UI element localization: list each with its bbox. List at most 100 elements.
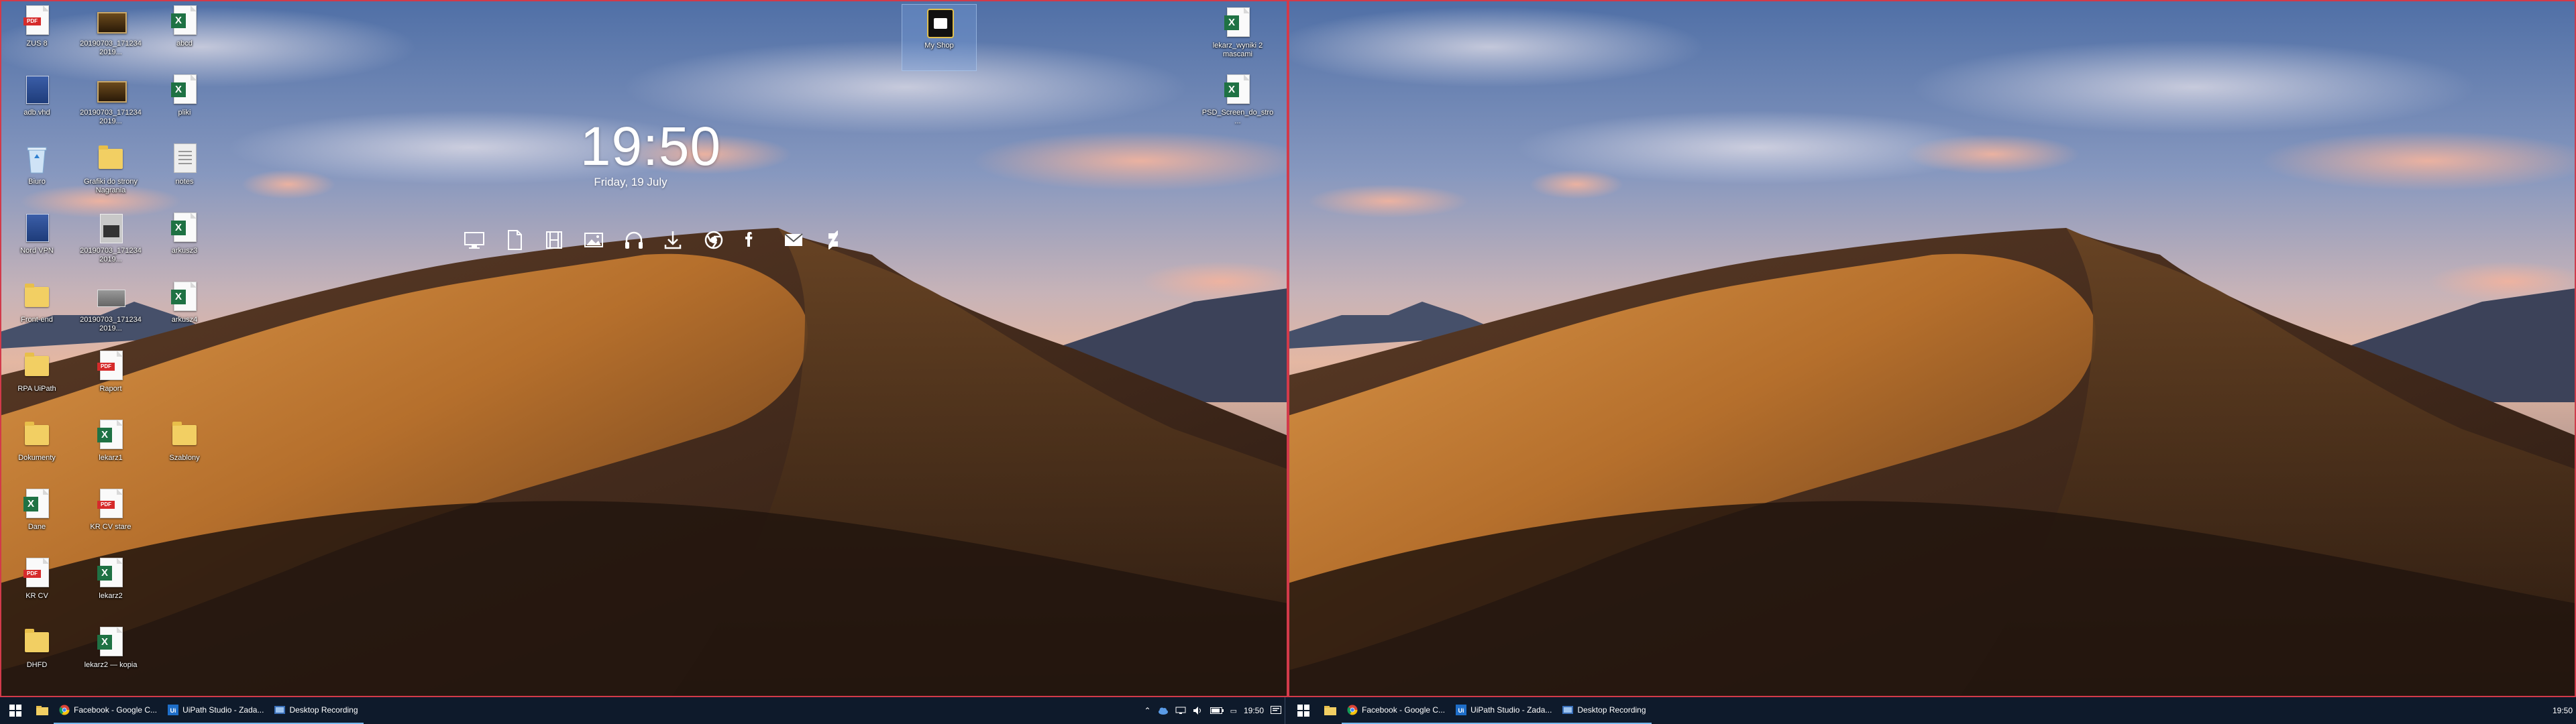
image-file-icon (97, 5, 127, 36)
excel-file-icon: X (97, 420, 124, 450)
desktop-icon[interactable]: Nord VPN (0, 210, 74, 276)
taskbar-item-chrome[interactable]: Facebook - Google C... (54, 697, 163, 724)
pdf-file-icon: PDF (97, 351, 124, 381)
desktop-icon-label: lekarz2 (99, 592, 123, 600)
desktop-icon[interactable]: PDF ZUS 8 (0, 3, 74, 68)
file-explorer-button[interactable] (1319, 697, 1342, 724)
svg-text:Ui: Ui (1458, 707, 1464, 714)
desktop-icon-label: lekarz2 — kopia (84, 661, 138, 669)
taskbar-item-uipath[interactable]: Ui UiPath Studio - Zada... (1450, 697, 1558, 724)
desktop-icon[interactable]: Xlekarz_wyniki 2 mascami (1201, 5, 1275, 70)
desktop-icon[interactable]: X PSD_Screen_do_stro... (1201, 72, 1275, 137)
taskbar-item-uipath[interactable]: Ui UiPath Studio - Zada... (162, 697, 270, 724)
volume-icon[interactable] (1193, 706, 1203, 715)
image-file-icon (97, 282, 125, 312)
mail-icon[interactable] (780, 227, 807, 253)
file-explorer-button[interactable] (31, 697, 54, 724)
taskbar: Facebook - Google C... Ui UiPath Studio … (0, 697, 1288, 724)
chevron-up-icon[interactable]: ⌃ (1144, 706, 1151, 715)
desktop-icon[interactable]: Xabcd (148, 3, 221, 68)
cloud-icon[interactable] (1158, 707, 1169, 715)
language-indicator[interactable]: ▭ (1230, 707, 1237, 715)
desktop-icon[interactable]: DHFD (0, 624, 74, 690)
desktop-icon-label: lekarz1 (99, 454, 123, 462)
desktop-icon[interactable]: Grafiki do strony Nagrania (74, 141, 148, 206)
download-icon[interactable] (659, 227, 686, 253)
pdf-file-icon: PDF (23, 5, 50, 36)
desktop-icon[interactable]: 20190703_171234 2019... (74, 3, 148, 68)
chrome-icon[interactable] (700, 227, 727, 253)
desktop-icon[interactable]: PDF KR CV (0, 555, 74, 621)
recorder-app-icon (926, 7, 954, 38)
desktop-icon[interactable]: Xarkusz3 (148, 210, 221, 276)
network-icon[interactable] (1175, 707, 1186, 715)
windows-icon (1297, 705, 1309, 717)
desktop-icon-label: Raport (99, 385, 122, 393)
desktop-icon[interactable]: My Shop (902, 4, 977, 71)
excel-file-icon: X (171, 282, 198, 312)
application-icon (23, 213, 50, 243)
pdf-file-icon: PDF (23, 558, 50, 589)
text-file-icon (171, 143, 198, 174)
tray-clock[interactable]: 19:50 (2553, 706, 2573, 715)
desktop-icon-label: 20190703_171234 2019... (80, 40, 142, 56)
deviantart-icon[interactable] (820, 227, 847, 253)
desktop-icon[interactable]: 20190703_171234 2019... (74, 279, 148, 345)
application-icon (23, 74, 50, 105)
recycle-bin-icon (23, 143, 50, 174)
desktop-icon[interactable]: PDF Raport (74, 348, 148, 414)
desktop-icon[interactable]: adb.vhd (0, 72, 74, 137)
svg-text:Ui: Ui (170, 707, 176, 714)
desktop-icon[interactable]: 20190703_171234 2019... (74, 72, 148, 137)
start-button[interactable] (0, 697, 31, 724)
folder-icon (23, 627, 50, 658)
action-center-icon[interactable] (1271, 706, 1281, 715)
excel-file-icon: X (171, 74, 198, 105)
tray-clock[interactable]: 19:50 (1244, 706, 1264, 715)
desktop-icon[interactable]: Xlekarz1 (74, 417, 148, 483)
taskbar-item-desktop-recording[interactable]: Desktop Recording (1557, 697, 1652, 724)
excel-file-icon: X (97, 627, 124, 658)
taskbar-item-label: Facebook - Google C... (1362, 705, 1446, 715)
film-icon[interactable] (541, 227, 568, 253)
excel-file-icon: X (1224, 74, 1251, 105)
excel-file-icon: X (23, 489, 50, 520)
taskbar-item-label: UiPath Studio - Zada... (182, 705, 264, 715)
headphones-icon[interactable] (621, 227, 647, 253)
image-icon[interactable] (580, 227, 607, 253)
media-file-icon (97, 213, 124, 243)
desktop-icon[interactable]: notes (148, 141, 221, 206)
desktop-icon[interactable]: Xarkusz4 (148, 279, 221, 345)
recording-icon (1562, 706, 1574, 714)
desktop-icon[interactable]: Xlekarz2 (74, 555, 148, 621)
document-icon[interactable] (501, 227, 528, 253)
taskbar-item-desktop-recording[interactable]: Desktop Recording (269, 697, 364, 724)
desktop-icon[interactable]: 20190703_171234 2019... (74, 210, 148, 276)
desktop-icon[interactable]: PDF KR CV stare (74, 486, 148, 552)
desktop-icon-label: DHFD (26, 661, 48, 669)
desktop-icon[interactable]: Front-end (0, 279, 74, 345)
chrome-icon (1347, 705, 1358, 715)
facebook-icon[interactable] (737, 227, 763, 253)
monitor-icon[interactable] (461, 227, 488, 253)
taskbar-secondary: Facebook - Google C... Ui UiPath Studio … (1288, 697, 2576, 724)
taskbar-item-chrome[interactable]: Facebook - Google C... (1342, 697, 1451, 724)
desktop-icon[interactable]: Biuro (0, 141, 74, 206)
desktop-icon[interactable]: Xpliki (148, 72, 221, 137)
right-monitor: Facebook - Google C... Ui UiPath Studio … (1288, 0, 2576, 724)
desktop-icon[interactable]: Szablony (148, 417, 221, 483)
desktop-icon-label: ZUS 8 (26, 40, 48, 48)
desktop-icon[interactable]: Xlekarz2 — kopia (74, 624, 148, 690)
desktop-icon-label: Dokumenty (18, 454, 56, 462)
image-file-icon (97, 74, 127, 105)
desktop-icon-label: 20190703_171234 2019... (80, 109, 142, 125)
desktop-icon[interactable]: Dokumenty (0, 417, 74, 483)
battery-icon[interactable] (1210, 707, 1224, 714)
desktop-icon-label: Front-end (21, 316, 53, 324)
chrome-icon (59, 705, 70, 715)
desktop-icon-label: adb.vhd (23, 109, 50, 117)
desktop-icon[interactable]: RPA UiPath (0, 348, 74, 414)
desktop-icon-label: lekarz_wyniki 2 mascami (1212, 42, 1263, 58)
desktop-icon[interactable]: X Dane (0, 486, 74, 552)
start-button[interactable] (1288, 697, 1319, 724)
